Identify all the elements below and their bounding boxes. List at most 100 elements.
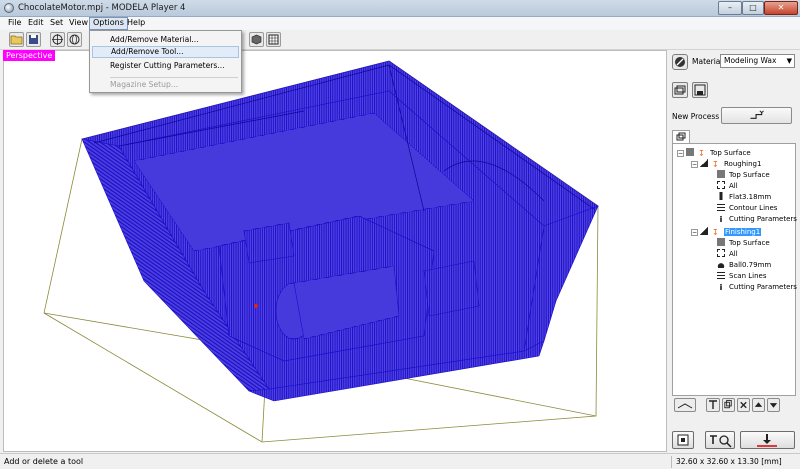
open-file-button[interactable] xyxy=(9,32,24,47)
tree-item-finishing-params[interactable]: i Cutting Parameters xyxy=(717,282,797,293)
view-rotate-button[interactable] xyxy=(67,32,82,47)
close-icon xyxy=(740,401,747,409)
contour-lines-icon xyxy=(717,203,725,211)
window-title: ChocolateMotor.mpj - MODELA Player 4 xyxy=(18,3,186,13)
material-label: Material xyxy=(692,57,723,66)
tool-position-marker xyxy=(254,304,258,308)
cube-icon xyxy=(251,34,262,45)
layers-edit-icon xyxy=(677,403,693,409)
tree-item-finishing-area[interactable]: All xyxy=(717,249,738,260)
material-select[interactable]: Modeling Wax ▼ xyxy=(720,54,795,68)
menu-item-add-remove-material[interactable]: Add/Remove Material... xyxy=(92,34,239,46)
info-icon: i xyxy=(719,283,723,292)
orange-tool-icon: ↧ xyxy=(712,160,719,169)
floppy-icon xyxy=(694,84,706,96)
crosshair-icon xyxy=(52,34,63,45)
maximize-button[interactable]: □ xyxy=(742,1,764,15)
menu-item-register-cutting-parameters[interactable]: Register Cutting Parameters... xyxy=(92,60,239,72)
move-up-button[interactable] xyxy=(752,398,765,412)
toolpath-motor-block xyxy=(423,260,480,317)
menu-set[interactable]: Set xyxy=(47,17,66,30)
preview-cutting-button[interactable] xyxy=(705,431,735,449)
surface-icon xyxy=(717,170,725,178)
view-fit-button[interactable] xyxy=(50,32,65,47)
tree-item-roughing-path[interactable]: Contour Lines xyxy=(717,203,777,214)
finishing-icon xyxy=(700,227,708,235)
view-mode-label: Perspective xyxy=(3,50,56,61)
toolpath-render xyxy=(43,60,599,443)
preview-button[interactable] xyxy=(672,431,694,449)
floppy-icon xyxy=(29,35,38,44)
tree-item-roughing-tool[interactable]: Flat3.18mm xyxy=(717,192,771,203)
menu-help[interactable]: Help xyxy=(124,17,148,30)
tree-item-finishing-tool[interactable]: Ball0.79mm xyxy=(717,260,771,271)
tree-item-roughing-surface[interactable]: Top Surface xyxy=(717,170,770,181)
chevron-down-icon: ▼ xyxy=(786,57,792,65)
orange-tool-icon: ↧ xyxy=(712,228,719,237)
new-process-label: New Process xyxy=(672,112,720,121)
view-grid-button[interactable] xyxy=(266,32,281,47)
menu-separator xyxy=(110,77,238,78)
tree-node-roughing[interactable]: − ↧ Roughing1 xyxy=(691,159,761,170)
app-icon[interactable] xyxy=(4,3,14,13)
layer-edit-button[interactable] xyxy=(674,398,696,412)
tree-node-root[interactable]: − ↧ Top Surface xyxy=(677,148,751,159)
collapse-icon[interactable]: − xyxy=(677,150,684,157)
status-message: Add or delete a tool xyxy=(4,457,84,466)
model-view-button[interactable] xyxy=(672,82,688,98)
material-value: Modeling Wax xyxy=(724,56,777,65)
menu-item-add-remove-tool[interactable]: Add/Remove Tool... xyxy=(92,46,239,58)
arrow-up-icon xyxy=(754,402,763,407)
menu-view[interactable]: View xyxy=(66,17,91,30)
surface-icon xyxy=(717,238,725,246)
ball-tool-icon xyxy=(717,260,725,268)
tree-item-finishing-surface[interactable]: Top Surface xyxy=(717,238,770,249)
cut-button[interactable] xyxy=(740,431,795,449)
move-down-button[interactable] xyxy=(767,398,780,412)
3d-viewport[interactable] xyxy=(3,50,667,452)
menu-item-magazine-setup: Magazine Setup... xyxy=(110,80,179,89)
new-process-button[interactable] xyxy=(721,107,792,124)
tool-select-button[interactable] xyxy=(706,398,720,412)
scan-lines-icon xyxy=(717,271,725,279)
tree-item-roughing-area[interactable]: All xyxy=(717,181,738,192)
tree-actions xyxy=(672,398,796,414)
title-bar: ChocolateMotor.mpj - MODELA Player 4 – □… xyxy=(0,0,800,17)
collapse-icon[interactable]: − xyxy=(691,229,698,236)
area-icon xyxy=(717,181,725,189)
tree-item-finishing-path[interactable]: Scan Lines xyxy=(717,271,766,282)
status-bar: Add or delete a tool 32.60 x 32.60 x 13.… xyxy=(0,453,800,469)
menu-file[interactable]: File xyxy=(5,17,24,30)
layers-icon xyxy=(674,85,686,95)
copy-button[interactable] xyxy=(722,398,735,412)
minimize-button[interactable]: – xyxy=(718,1,742,15)
flat-tool-icon xyxy=(717,192,725,200)
area-icon xyxy=(717,249,725,257)
layers-icon xyxy=(676,132,686,141)
menu-bar: File Edit Set View Options Help xyxy=(0,17,800,30)
process-tree: − ↧ Top Surface − ↧ Roughing1 Top Surface Al… xyxy=(672,143,797,396)
folder-icon xyxy=(10,35,23,45)
copy-icon xyxy=(724,399,732,409)
preview-icon xyxy=(677,434,689,446)
close-button[interactable]: ✕ xyxy=(764,1,798,15)
grid-icon xyxy=(268,34,279,45)
process-step-icon xyxy=(750,110,764,119)
tree-node-finishing[interactable]: − ↧ Finishing1 xyxy=(691,227,762,238)
menu-options[interactable]: Options xyxy=(89,17,128,30)
view-solid-button[interactable] xyxy=(249,32,264,47)
surface-icon xyxy=(686,148,694,156)
tab-process-tree[interactable] xyxy=(672,130,690,144)
material-icon[interactable] xyxy=(672,54,688,70)
mill-cut-icon xyxy=(757,434,777,447)
globe-icon xyxy=(69,34,80,45)
tree-item-roughing-params[interactable]: i Cutting Parameters xyxy=(717,214,797,225)
save-model-button[interactable] xyxy=(692,82,708,98)
collapse-icon[interactable]: − xyxy=(691,161,698,168)
save-button[interactable] xyxy=(26,32,41,47)
menu-edit[interactable]: Edit xyxy=(25,17,47,30)
info-icon: i xyxy=(719,215,723,224)
options-dropdown: Add/Remove Material... Add/Remove Tool..… xyxy=(89,30,242,93)
arrow-down-icon xyxy=(769,403,778,408)
delete-button[interactable] xyxy=(737,398,750,412)
